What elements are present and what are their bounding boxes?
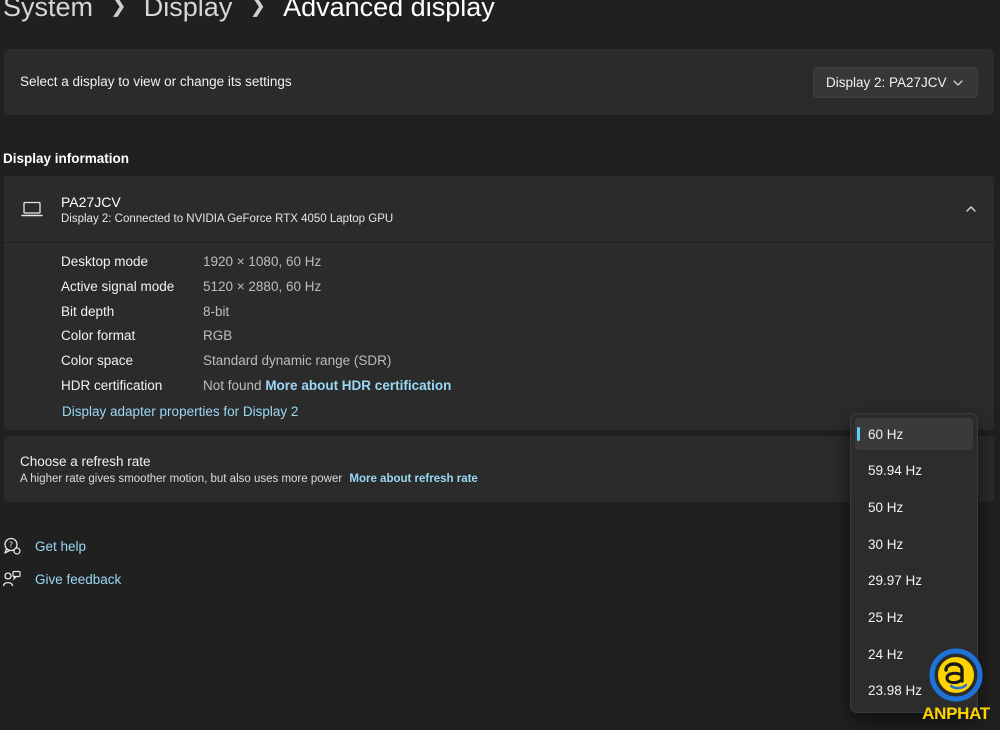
advanced-display-page: System ❯ Display ❯ Advanced display Sele… xyxy=(0,0,1000,730)
display-adapter-properties-link[interactable]: Display adapter properties for Display 2 xyxy=(62,404,298,419)
info-value: 5120 × 2880, 60 Hz xyxy=(203,278,322,294)
refresh-rate-description-row: A higher rate gives smoother motion, but… xyxy=(20,473,478,485)
info-key: Color format xyxy=(61,328,136,344)
chevron-down-icon xyxy=(953,80,963,86)
svg-text:?: ? xyxy=(9,541,13,550)
info-value: RGB xyxy=(203,328,233,344)
display-dropdown-value: Display 2: PA27JCV xyxy=(826,75,947,90)
get-help-link[interactable]: ? Get help xyxy=(3,537,86,555)
display-information-card: PA27JCV Display 2: Connected to NVIDIA G… xyxy=(4,176,994,430)
give-feedback-label: Give feedback xyxy=(35,571,122,587)
display-dropdown[interactable]: Display 2: PA27JCV xyxy=(813,67,978,98)
refresh-rate-title: Choose a refresh rate xyxy=(20,454,151,469)
display-connection: Display 2: Connected to NVIDIA GeForce R… xyxy=(61,213,394,225)
chevron-right-icon: ❯ xyxy=(249,0,267,17)
select-display-card: Select a display to view or change its s… xyxy=(4,49,994,115)
refresh-rate-option-59-94[interactable]: 59.94 Hz xyxy=(855,455,973,487)
display-information-header[interactable]: PA27JCV Display 2: Connected to NVIDIA G… xyxy=(4,176,994,243)
breadcrumb-system[interactable]: System xyxy=(3,0,93,23)
breadcrumb: System ❯ Display ❯ Advanced display xyxy=(3,0,495,23)
anphat-brand-text: ANPHAT xyxy=(922,704,990,723)
anphat-watermark-logo: ANPHAT xyxy=(915,648,997,728)
info-value: 1920 × 1080, 60 Hz xyxy=(203,254,322,269)
selection-indicator xyxy=(857,427,860,441)
refresh-rate-option-label: 50 Hz xyxy=(868,499,904,515)
refresh-rate-card: Choose a refresh rate A higher rate give… xyxy=(4,436,994,502)
info-key: Color space xyxy=(61,353,134,369)
info-key: Bit depth xyxy=(61,303,115,319)
refresh-rate-option-label: 23.98 Hz xyxy=(868,683,923,699)
refresh-rate-option-label: 60 Hz xyxy=(868,426,904,442)
breadcrumb-display[interactable]: Display xyxy=(144,0,233,23)
info-key: HDR certification xyxy=(61,377,163,393)
section-title-display-information: Display information xyxy=(3,151,130,166)
hdr-certification-link[interactable]: More about HDR certification xyxy=(265,378,451,393)
refresh-rate-option-29-97[interactable]: 29.97 Hz xyxy=(855,565,973,597)
info-value-wrapper: Not found More about HDR certification xyxy=(203,378,451,393)
refresh-rate-option-label: 59.94 Hz xyxy=(868,463,923,479)
give-feedback-link[interactable]: Give feedback xyxy=(3,570,121,588)
help-chat-icon: ? xyxy=(4,537,21,555)
refresh-rate-option-label: 30 Hz xyxy=(868,536,904,552)
info-value: 8-bit xyxy=(203,303,230,319)
refresh-rate-option-60[interactable]: 60 Hz xyxy=(855,418,973,450)
anphat-logo-icon xyxy=(929,648,983,702)
chevron-right-icon: ❯ xyxy=(110,0,127,17)
display-name: PA27JCV xyxy=(61,194,121,210)
info-key: Active signal mode xyxy=(61,278,175,294)
refresh-rate-option-50[interactable]: 50 Hz xyxy=(855,491,973,523)
refresh-rate-description: A higher rate gives smoother motion, but… xyxy=(20,473,343,485)
select-display-label: Select a display to view or change its s… xyxy=(20,74,292,89)
info-value: Standard dynamic range (SDR) xyxy=(203,353,392,369)
refresh-rate-link[interactable]: More about refresh rate xyxy=(349,473,477,485)
refresh-rate-option-label: 29.97 Hz xyxy=(868,573,923,589)
refresh-rate-option-label: 24 Hz xyxy=(868,646,904,662)
refresh-rate-option-30[interactable]: 30 Hz xyxy=(855,528,973,560)
page-title: Advanced display xyxy=(283,0,495,22)
info-value: Not found xyxy=(203,377,262,393)
chevron-up-icon[interactable] xyxy=(964,202,978,216)
refresh-rate-option-25[interactable]: 25 Hz xyxy=(855,602,973,634)
get-help-label: Get help xyxy=(35,538,87,554)
laptop-monitor-icon xyxy=(21,201,43,217)
feedback-icon xyxy=(3,570,21,587)
info-key: Desktop mode xyxy=(61,254,149,269)
refresh-rate-option-label: 25 Hz xyxy=(868,610,904,625)
